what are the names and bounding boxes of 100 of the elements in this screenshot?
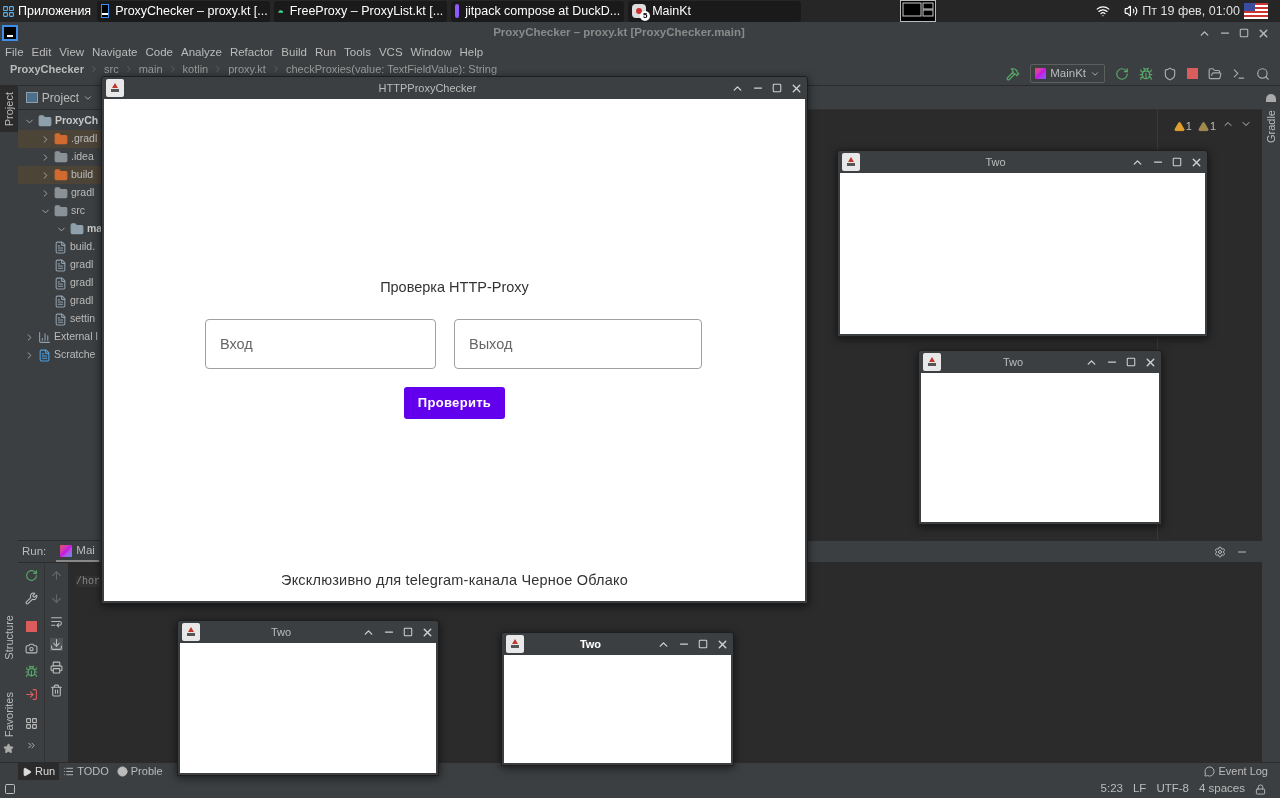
tool-window-tab[interactable]: Project bbox=[0, 86, 18, 133]
applications-menu[interactable]: Приложения bbox=[0, 0, 94, 22]
kotlin-icon bbox=[60, 544, 73, 557]
layout-icon[interactable] bbox=[24, 717, 38, 730]
camera-icon[interactable] bbox=[24, 642, 38, 655]
tree-item[interactable]: gradl bbox=[18, 274, 101, 292]
menu-item[interactable]: File bbox=[5, 44, 24, 62]
tool-tab[interactable]: TODO bbox=[59, 763, 113, 780]
flag-icon[interactable] bbox=[1244, 3, 1268, 19]
tree-item[interactable]: build. bbox=[18, 238, 101, 256]
more-icon[interactable] bbox=[25, 740, 37, 751]
menu-item[interactable]: Refactor bbox=[229, 44, 274, 62]
settings-icon[interactable] bbox=[1214, 545, 1226, 558]
tool-tab[interactable]: Proble bbox=[112, 763, 167, 780]
stop-icon[interactable] bbox=[25, 621, 37, 632]
tool-window-tab[interactable]: Favorites bbox=[0, 685, 18, 743]
tree-item[interactable]: gradl bbox=[18, 292, 101, 310]
maximize-icon[interactable] bbox=[1239, 28, 1249, 38]
terminal-icon[interactable] bbox=[1232, 66, 1246, 81]
tree-item[interactable]: src bbox=[18, 202, 101, 220]
menu-item[interactable]: Analyze bbox=[180, 44, 222, 62]
tree-item[interactable]: ma bbox=[18, 220, 101, 238]
tool-windows-icon[interactable] bbox=[4, 783, 16, 795]
library-icon bbox=[38, 330, 51, 344]
menu-item[interactable]: Code bbox=[145, 44, 173, 62]
menu-item[interactable]: Run bbox=[314, 44, 337, 62]
tree-item[interactable]: .idea bbox=[18, 148, 101, 166]
tree-item[interactable]: Scratche bbox=[18, 346, 101, 364]
taskbar-button[interactable]: FreeProxy – ProxyList.kt [... bbox=[274, 0, 448, 22]
run-configuration-dropdown[interactable]: MainKt bbox=[1030, 64, 1105, 83]
file-icon bbox=[54, 240, 67, 254]
scroll-to-end-icon[interactable] bbox=[50, 638, 63, 651]
debug-icon[interactable] bbox=[24, 665, 38, 678]
trash-icon[interactable] bbox=[50, 684, 63, 697]
menu-item[interactable]: Navigate bbox=[92, 44, 138, 62]
exit-icon[interactable] bbox=[24, 688, 38, 701]
maximize-icon[interactable] bbox=[698, 639, 708, 649]
input-field[interactable]: Вход bbox=[205, 318, 436, 369]
maximize-icon[interactable] bbox=[1172, 157, 1182, 167]
taskbar-button[interactable]: 5 MainKt bbox=[628, 0, 802, 22]
breadcrumb[interactable]: kotlin bbox=[182, 63, 209, 75]
status-item[interactable]: LF bbox=[1132, 780, 1147, 798]
tree-item[interactable]: settin bbox=[18, 310, 101, 328]
breadcrumb[interactable]: ProxyChecker bbox=[10, 63, 84, 75]
tree-item[interactable]: build bbox=[18, 166, 101, 184]
lock-icon[interactable] bbox=[1255, 783, 1266, 795]
coverage-icon[interactable] bbox=[1163, 66, 1177, 81]
event-log-button[interactable]: Event Log bbox=[1204, 763, 1268, 780]
menu-item[interactable]: Tools bbox=[344, 44, 371, 62]
breadcrumb[interactable]: main bbox=[138, 63, 163, 75]
tree-item[interactable]: gradl bbox=[18, 184, 101, 202]
rerun-icon[interactable] bbox=[1115, 66, 1129, 81]
app-icon bbox=[106, 79, 124, 97]
volume-icon[interactable] bbox=[1124, 4, 1139, 18]
status-item[interactable]: 4 spaces bbox=[1198, 780, 1245, 798]
panel-title[interactable]: Project bbox=[41, 88, 80, 107]
window-title: Two bbox=[1001, 354, 1025, 370]
tool-tab[interactable]: Run bbox=[18, 763, 60, 780]
tool-window-tab[interactable]: Structure bbox=[0, 609, 18, 666]
breadcrumb[interactable]: checkProxies(value: TextFieldValue): String bbox=[285, 63, 498, 75]
tree-item[interactable]: External l bbox=[18, 328, 101, 346]
breadcrumb[interactable]: proxy.kt bbox=[228, 63, 266, 75]
play-icon bbox=[22, 766, 32, 777]
project-structure-icon[interactable] bbox=[1208, 66, 1222, 81]
workspace-switcher-icon[interactable] bbox=[900, 0, 937, 22]
module-folder-icon bbox=[38, 114, 52, 128]
folder-icon bbox=[54, 132, 68, 146]
search-icon[interactable] bbox=[1256, 66, 1270, 81]
window-title: Two bbox=[578, 636, 603, 652]
input-field[interactable]: Выход bbox=[454, 318, 702, 369]
tree-item[interactable]: ProxyCh bbox=[18, 112, 101, 130]
rerun-icon[interactable] bbox=[24, 569, 38, 582]
print-icon[interactable] bbox=[50, 661, 63, 674]
debug-icon[interactable] bbox=[1139, 66, 1153, 81]
wrench-icon[interactable] bbox=[24, 592, 38, 605]
status-item[interactable]: 5:23 bbox=[1100, 780, 1123, 798]
breadcrumb[interactable]: src bbox=[104, 63, 119, 75]
maximize-icon[interactable] bbox=[1126, 357, 1136, 367]
status-item[interactable]: UTF-8 bbox=[1156, 780, 1189, 798]
build-icon[interactable] bbox=[1006, 66, 1021, 81]
warning-count[interactable]: 1 bbox=[1197, 118, 1216, 135]
soft-wrap-icon[interactable] bbox=[50, 615, 63, 628]
taskbar-button[interactable]: jitpack compose at DuckD... bbox=[451, 0, 625, 22]
menu-item[interactable]: Build bbox=[281, 44, 307, 62]
menu-item[interactable]: VCS bbox=[378, 44, 403, 62]
menu-item[interactable]: View bbox=[59, 44, 85, 62]
tool-window-tab[interactable]: Gradle bbox=[1262, 104, 1280, 150]
footer-text: Эксклюзивно для telegram-канала Черное Облако bbox=[281, 571, 628, 591]
menu-item[interactable]: Edit bbox=[31, 44, 52, 62]
console-text: /hor bbox=[76, 576, 100, 587]
tree-item[interactable]: .gradl bbox=[18, 130, 101, 148]
menu-item[interactable]: Window bbox=[410, 44, 452, 62]
warning-count[interactable]: 1 bbox=[1173, 118, 1192, 135]
maximize-icon[interactable] bbox=[772, 83, 782, 93]
wifi-icon[interactable] bbox=[1096, 4, 1111, 18]
menu-item[interactable]: Help bbox=[459, 44, 484, 62]
taskbar-button[interactable]: ProxyChecker – proxy.kt [... bbox=[97, 0, 271, 22]
check-button[interactable]: Проверить bbox=[404, 386, 505, 419]
maximize-icon[interactable] bbox=[403, 627, 413, 637]
tree-item[interactable]: gradl bbox=[18, 256, 101, 274]
